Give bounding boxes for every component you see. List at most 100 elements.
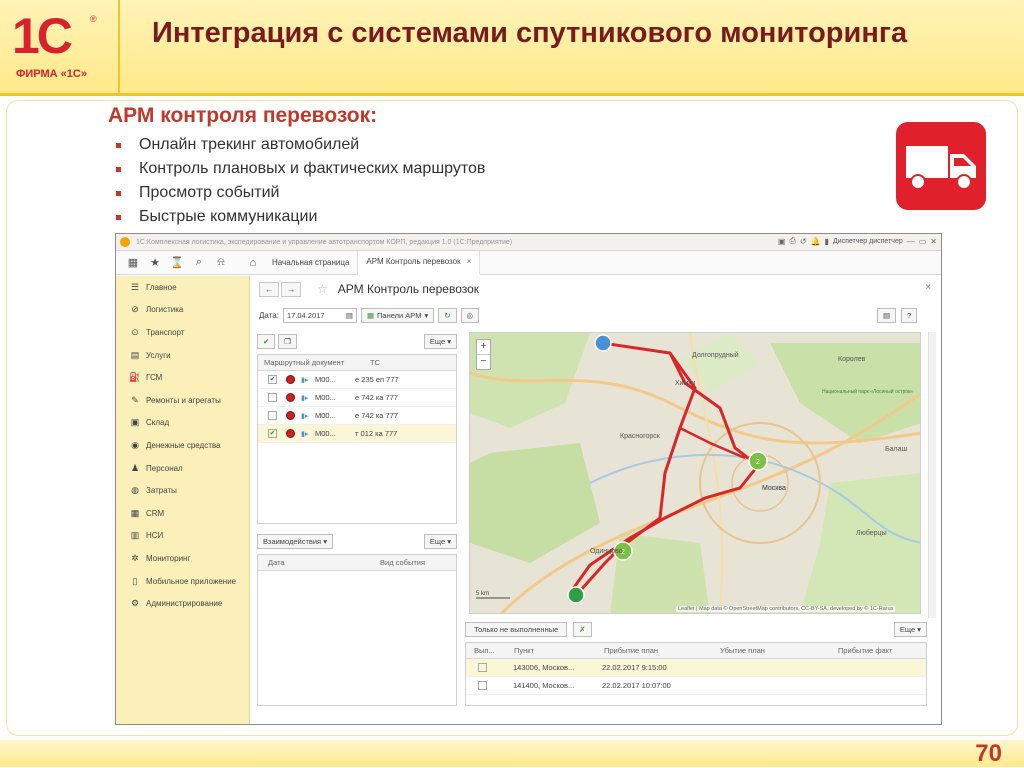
- feature-item: Быстрые коммуникации: [116, 205, 485, 229]
- table-row[interactable]: 143006, Москов... 22.02.2017 9:15:00: [466, 659, 926, 677]
- sidebar-item-warehouse[interactable]: ▣ Склад: [116, 412, 249, 435]
- sidebar-item-label: Склад: [146, 418, 170, 428]
- back-button[interactable]: ←: [259, 281, 279, 297]
- tab-transport-control[interactable]: АРМ Контроль перевозок ×: [358, 250, 481, 275]
- truck-badge: [896, 122, 986, 210]
- sidebar-item-label: CRM: [146, 508, 165, 518]
- refresh-button[interactable]: ↻: [438, 308, 457, 323]
- interactions-dropdown[interactable]: Взаимодействия ▾: [257, 533, 333, 549]
- routes-more-button[interactable]: Еще ▾: [423, 333, 457, 349]
- sidebar-item-label: Главное: [146, 282, 177, 292]
- sidebar-item-repairs[interactable]: ✎ Ремонты и агрегаты: [116, 389, 249, 412]
- favorite-star-icon[interactable]: ☆: [317, 282, 328, 296]
- sidebar-item-logistics[interactable]: ⊘ Логистика: [116, 299, 249, 322]
- close-icon[interactable]: ✕: [930, 237, 937, 246]
- table-row[interactable]: ▮▸ М00... е 742 ка 777: [258, 407, 456, 425]
- chevron-down-icon: ▾: [424, 311, 429, 320]
- route-points-panel: Только не выполненные ✗ Еще ▾ Вып... Пун…: [465, 620, 927, 706]
- feature-list: Онлайн трекинг автомобилей Контроль план…: [116, 133, 485, 229]
- app-titlebar: 1С:Комплексная логистика, экспедирование…: [116, 234, 941, 251]
- forward-button[interactable]: →: [281, 281, 301, 297]
- search-icon[interactable]: ⌕: [188, 256, 210, 269]
- column-header: Маршрутный документ: [264, 358, 345, 367]
- feature-item: Просмотр событий: [116, 181, 485, 205]
- sidebar-item-monitoring[interactable]: ✲ Мониторинг: [116, 547, 249, 570]
- save-icon[interactable]: ▣: [778, 237, 786, 246]
- services-icon: ▤: [130, 349, 140, 360]
- sidebar-item-main[interactable]: ☰ Главное: [116, 276, 249, 299]
- copy-button[interactable]: ❐: [278, 333, 298, 349]
- truck-icon: [906, 146, 976, 190]
- sidebar-item-label: Администрирование: [146, 599, 223, 609]
- current-user[interactable]: Диспетчер диспетчер: [833, 238, 903, 245]
- tracking-map[interactable]: 2 2 Долгопрудный Королев Химки Красногор…: [469, 332, 921, 614]
- excel-export-button[interactable]: ✗: [573, 621, 592, 637]
- table-row[interactable]: 141400, Москов... 22.02.2017 10:07:00: [466, 677, 926, 695]
- header-divider: [118, 0, 120, 96]
- sidebar-item-reference[interactable]: ▥ НСИ: [116, 525, 249, 548]
- points-more-button[interactable]: Еще ▾: [893, 621, 927, 637]
- slide-footer: [0, 740, 1024, 767]
- row-checkbox[interactable]: ✔: [268, 375, 277, 384]
- route-doc: М00...: [315, 375, 336, 384]
- settings-button[interactable]: ◎: [460, 308, 480, 323]
- panels-button[interactable]: ▦ Панели АРМ ▾: [360, 308, 435, 323]
- row-checkbox[interactable]: [268, 393, 277, 402]
- sidebar-item-staff[interactable]: ♟ Персонал: [116, 457, 249, 480]
- route-doc: М00...: [315, 411, 336, 420]
- close-form-icon[interactable]: ×: [925, 282, 931, 293]
- map-scrollbar[interactable]: [928, 332, 936, 618]
- slide-title: Интеграция с системами спутникового мони…: [152, 17, 908, 49]
- select-all-button[interactable]: ✔: [257, 333, 276, 349]
- events-more-button[interactable]: Еще ▾: [423, 533, 457, 549]
- sidebar-item-mobile[interactable]: ▯ Мобильное приложение: [116, 570, 249, 593]
- bullet-icon: [116, 214, 121, 220]
- sidebar-item-crm[interactable]: ▦ CRM: [116, 502, 249, 525]
- row-checkbox[interactable]: ✔: [268, 429, 277, 438]
- close-tab-icon[interactable]: ×: [467, 257, 472, 266]
- apps-grid-icon[interactable]: ▦: [122, 256, 144, 269]
- home-icon[interactable]: ⌂: [242, 257, 264, 269]
- map-canvas[interactable]: 2 2 Долгопрудный Королев Химки Красногор…: [470, 333, 921, 614]
- map-label: Москва: [762, 485, 786, 492]
- favorites-star-icon[interactable]: ★: [144, 256, 166, 269]
- maximize-icon[interactable]: ▭: [919, 237, 927, 246]
- tab-home-page[interactable]: Начальная страница: [264, 250, 359, 275]
- truck-icon: ▮▸: [301, 430, 309, 438]
- print-icon[interactable]: ⎙: [789, 236, 795, 246]
- calendar-icon[interactable]: ▤: [346, 311, 353, 320]
- column-header: Вид события: [380, 558, 426, 567]
- zoom-in-button[interactable]: +: [477, 340, 490, 355]
- bullet-icon: [116, 190, 121, 196]
- points-table-header: Вып... Пункт Прибытие план Убытие план П…: [466, 643, 926, 659]
- sidebar-item-transport[interactable]: ⊙ Транспорт: [116, 321, 249, 344]
- sidebar-item-services[interactable]: ▤ Услуги: [116, 344, 249, 367]
- admin-icon: ⚙: [130, 598, 140, 609]
- table-row[interactable]: ✔ ▮▸ М00... е 235 еп 777: [258, 371, 456, 389]
- done-checkbox[interactable]: [478, 663, 487, 672]
- history-icon[interactable]: ↺: [800, 237, 807, 246]
- zoom-out-button[interactable]: −: [477, 355, 490, 369]
- mobile-icon: ▯: [132, 575, 138, 586]
- truck-icon: ▮▸: [301, 394, 309, 402]
- help-button[interactable]: ?: [901, 308, 918, 323]
- date-input[interactable]: 17.04.2017 ▤: [282, 308, 357, 323]
- sidebar-item-admin[interactable]: ⚙ Администрирование: [116, 592, 249, 615]
- report-button[interactable]: ▤: [877, 308, 897, 323]
- minimize-icon[interactable]: —: [907, 237, 915, 246]
- bell-icon[interactable]: ⍾: [210, 256, 232, 269]
- table-row[interactable]: ▮▸ М00... е 742 ка 777: [258, 389, 456, 407]
- column-header: Убытие план: [720, 646, 765, 655]
- events-table-header: Дата Вид события: [258, 555, 456, 571]
- notification-icon[interactable]: 🔔: [811, 237, 821, 246]
- history-icon[interactable]: ⌛: [166, 256, 188, 269]
- sidebar-item-fuel[interactable]: ⛽ ГСМ: [116, 366, 249, 389]
- sidebar-item-money[interactable]: ◉ Денежные средства: [116, 434, 249, 457]
- table-row[interactable]: ✔ ▮▸ М00... т 012 ка 777: [258, 425, 456, 443]
- done-checkbox[interactable]: [478, 681, 487, 690]
- sidebar-item-costs[interactable]: ◍ Затраты: [116, 479, 249, 502]
- map-scale: 5 km: [476, 591, 489, 597]
- sidebar-item-label: Мобильное приложение: [146, 576, 237, 586]
- only-unfinished-button[interactable]: Только не выполненные: [465, 621, 568, 637]
- row-checkbox[interactable]: [268, 411, 277, 420]
